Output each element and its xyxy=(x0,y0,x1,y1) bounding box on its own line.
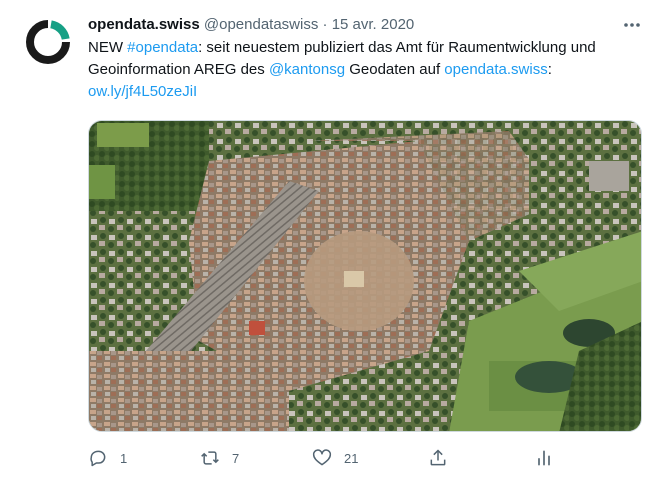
retweet-icon xyxy=(201,451,219,465)
tweet-media-image[interactable] xyxy=(88,120,642,432)
header-separator: · xyxy=(322,16,328,33)
retweet-button[interactable]: 7 xyxy=(200,444,239,472)
tweet-text: NEW #opendata: seit neuestem publiziert … xyxy=(88,37,648,103)
hashtag-link[interactable]: #opendata xyxy=(127,39,198,56)
text-part-4: : xyxy=(547,61,552,78)
opendata-logo-icon xyxy=(20,14,76,70)
opendata-link[interactable]: opendata.swiss xyxy=(444,61,547,78)
more-icon xyxy=(624,23,640,27)
retweet-count: 7 xyxy=(232,450,240,466)
author-name[interactable]: opendata.swiss xyxy=(88,16,200,33)
like-count: 21 xyxy=(344,450,359,466)
tweet-date[interactable]: 15 avr. 2020 xyxy=(332,16,415,33)
tweet-actions: 1 7 21 xyxy=(88,444,558,472)
short-url-link[interactable]: ow.ly/jf4L50zeJiI xyxy=(88,83,197,100)
aerial-photo xyxy=(89,121,641,431)
more-options-button[interactable] xyxy=(620,14,644,36)
tweet: opendata.swiss @opendataswiss · 15 avr. … xyxy=(0,0,664,480)
heart-icon xyxy=(312,449,332,466)
analytics-button[interactable] xyxy=(534,444,554,472)
share-icon xyxy=(430,449,446,466)
text-part-1: NEW xyxy=(88,39,128,56)
author-handle[interactable]: @opendataswiss xyxy=(204,16,318,33)
reply-button[interactable]: 1 xyxy=(88,444,127,472)
reply-count: 1 xyxy=(120,450,128,466)
avatar[interactable] xyxy=(20,14,76,70)
like-button[interactable]: 21 xyxy=(312,444,358,472)
tweet-header: opendata.swiss @opendataswiss · 15 avr. … xyxy=(88,14,624,36)
mention-link[interactable]: @kantonsg xyxy=(269,61,345,78)
text-part-3: Geodaten auf xyxy=(345,61,445,78)
reply-icon xyxy=(90,450,106,467)
share-button[interactable] xyxy=(428,444,448,472)
analytics-icon xyxy=(538,450,550,466)
